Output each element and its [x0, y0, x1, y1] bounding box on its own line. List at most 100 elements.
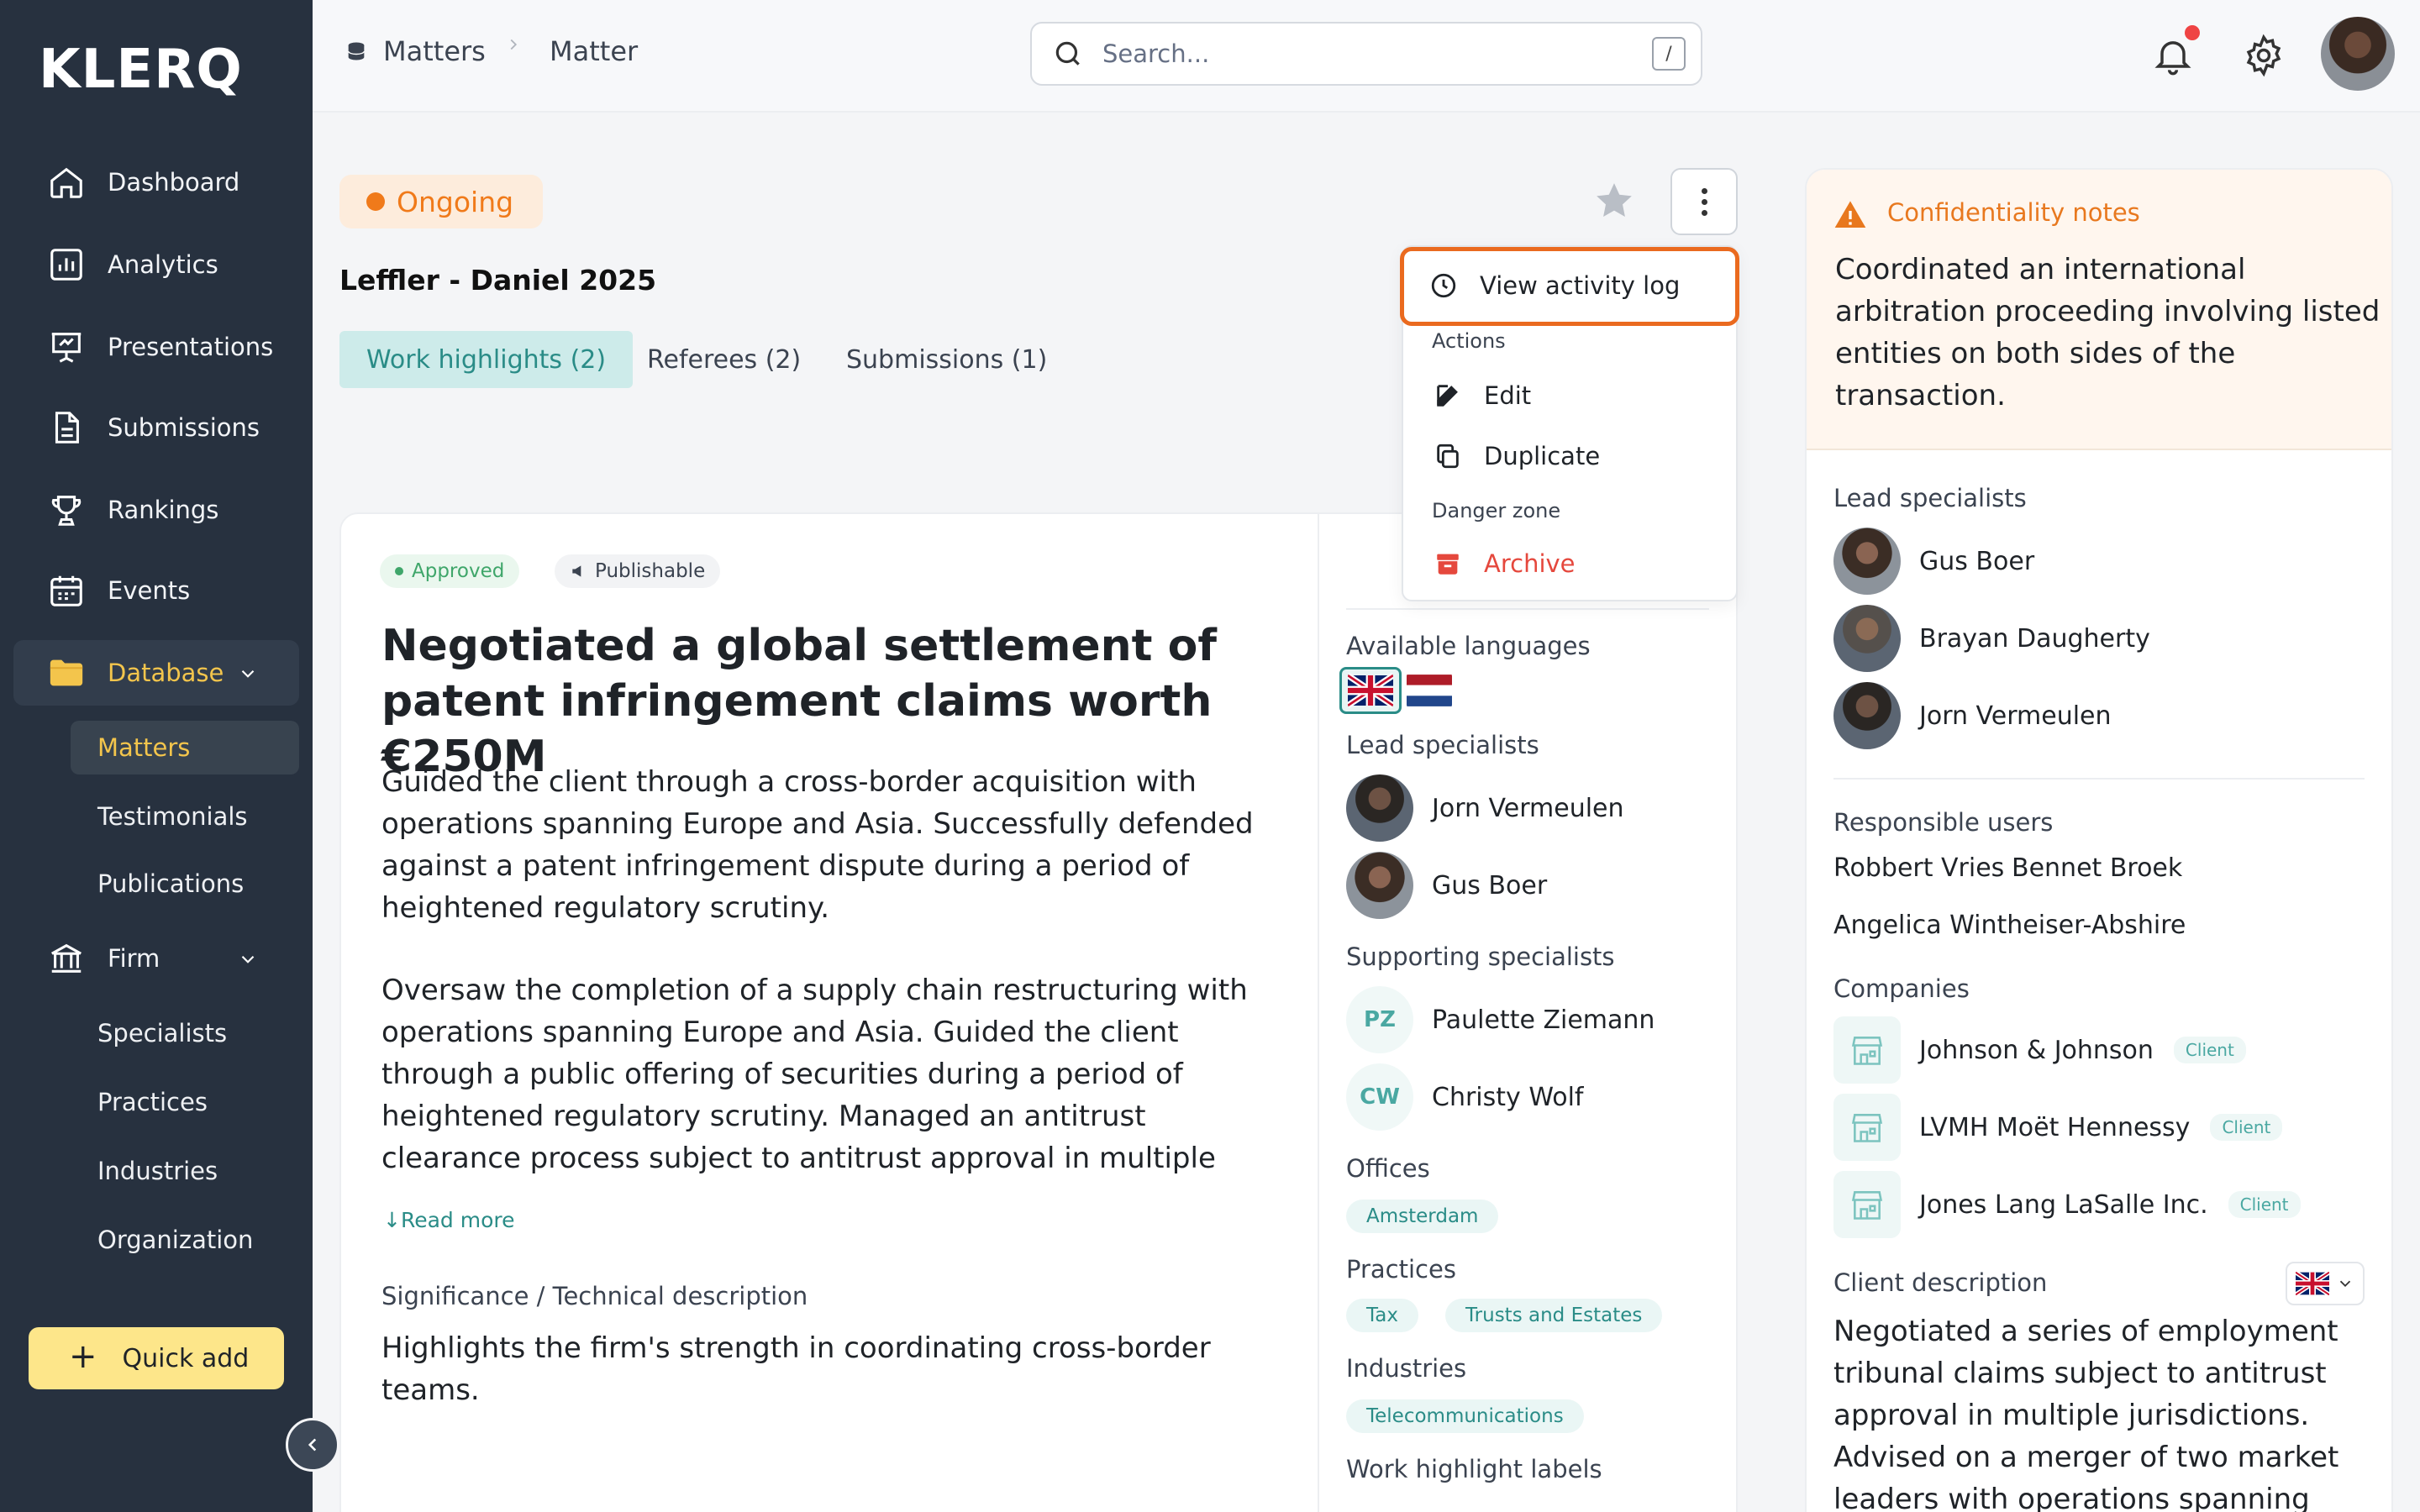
sidebar-subitem-organization[interactable]: Organization: [71, 1213, 299, 1267]
lead-specialist-item[interactable]: Jorn Vermeulen: [1346, 774, 1624, 842]
search-placeholder: Search...: [1102, 39, 1210, 68]
sidebar-subitem-specialists[interactable]: Specialists: [71, 1006, 299, 1060]
supporting-specialist-item[interactable]: PZ Paulette Ziemann: [1346, 986, 1655, 1053]
company-item[interactable]: Jones Lang LaSalle Inc. Client: [1833, 1171, 2301, 1238]
tab-work-highlights[interactable]: Work highlights (2): [339, 331, 634, 388]
shortcut-key: /: [1652, 37, 1686, 71]
sidebar-item-firm[interactable]: Firm: [13, 926, 299, 991]
sidebar-subitem-testimonials[interactable]: Testimonials: [71, 790, 299, 843]
calendar-icon: [50, 575, 82, 606]
sidebar-item-events[interactable]: Events: [13, 558, 299, 623]
card-divider: [1318, 512, 1319, 1512]
app-logo: KLERQ: [39, 39, 243, 101]
specialist-name: Paulette Ziemann: [1432, 1005, 1655, 1035]
company-tag: Client: [2228, 1191, 2301, 1218]
language-select[interactable]: [2286, 1262, 2365, 1305]
company-item[interactable]: LVMH Moët Hennessy Client: [1833, 1094, 2283, 1161]
avatar: [1833, 605, 1901, 672]
more-options-button[interactable]: [1670, 168, 1738, 235]
sidebar-item-label: Events: [108, 576, 191, 605]
chevron-down-icon: [2339, 1280, 2351, 1288]
view-activity-log-menu-item[interactable]: View activity log: [1400, 247, 1739, 326]
responsible-users-label: Responsible users: [1833, 808, 2054, 837]
avatar: [1346, 852, 1413, 919]
company-tag: Client: [2210, 1114, 2283, 1141]
chevron-down-icon: [241, 955, 255, 963]
search-input[interactable]: Search... /: [1030, 22, 1702, 86]
lead-specialists-label: Lead specialists: [1346, 731, 1539, 759]
database-icon: [347, 42, 366, 60]
significance-label: Significance / Technical description: [381, 1282, 808, 1310]
sidebar: KLERQ Dashboard Analytics Presentations …: [0, 0, 313, 1512]
practices-label: Practices: [1346, 1255, 1456, 1284]
user-avatar[interactable]: [2321, 17, 2395, 91]
uk-flag-icon: [2296, 1272, 2329, 1295]
archive-icon: [1437, 554, 1459, 575]
specialist-name: Gus Boer: [1432, 870, 1548, 900]
sidebar-subitem-practices[interactable]: Practices: [71, 1075, 299, 1129]
specialist-name: Christy Wolf: [1432, 1082, 1584, 1112]
sidebar-subitem-industries[interactable]: Industries: [71, 1144, 299, 1198]
menu-item-label: View activity log: [1480, 271, 1681, 300]
lead-specialist-item[interactable]: Gus Boer: [1346, 852, 1547, 919]
tab-referees[interactable]: Referees (2): [620, 331, 828, 388]
trophy-icon: [51, 496, 82, 526]
offices-label: Offices: [1346, 1154, 1430, 1183]
search-icon: [1055, 41, 1080, 66]
company-name: Jones Lang LaSalle Inc.: [1919, 1189, 2208, 1220]
menu-item-label: Duplicate: [1484, 442, 1601, 470]
responsible-user[interactable]: Angelica Wintheiser-Abshire: [1833, 911, 2186, 940]
uk-flag-icon[interactable]: [1348, 673, 1393, 708]
sidebar-item-analytics[interactable]: Analytics: [13, 232, 299, 297]
supporting-specialist-item[interactable]: CW Christy Wolf: [1346, 1063, 1583, 1131]
industry-chip[interactable]: Telecommunications: [1346, 1399, 1584, 1433]
responsible-user[interactable]: Bennet Broek: [2012, 853, 2182, 883]
tab-submissions[interactable]: Submissions (1): [819, 331, 1074, 388]
lead-specialist-item[interactable]: Gus Boer: [1833, 528, 2034, 595]
lead-specialist-item[interactable]: Jorn Vermeulen: [1833, 682, 2112, 749]
sidebar-subitem-publications[interactable]: Publications: [71, 857, 299, 911]
right-lead-specialists-label: Lead specialists: [1833, 484, 2027, 512]
avatar: [1833, 682, 1901, 749]
chart-icon: [50, 249, 82, 281]
home-icon: [50, 167, 82, 198]
lead-specialist-item[interactable]: Brayan Daugherty: [1833, 605, 2150, 672]
archive-menu-item[interactable]: Archive: [1434, 549, 1576, 578]
bell-icon[interactable]: [2151, 34, 2195, 77]
quick-add-button[interactable]: + Quick add: [29, 1327, 284, 1389]
collapse-sidebar-button[interactable]: [286, 1418, 339, 1472]
sidebar-item-rankings[interactable]: Rankings: [13, 477, 299, 543]
office-chip[interactable]: Amsterdam: [1346, 1200, 1499, 1233]
companies-label: Companies: [1833, 974, 1970, 1003]
approved-label: Approved: [412, 560, 505, 582]
practice-chip[interactable]: Tax: [1346, 1299, 1418, 1332]
specialist-name: Jorn Vermeulen: [1919, 701, 2112, 731]
company-tag: Client: [2173, 1037, 2246, 1063]
sidebar-item-label: Rankings: [108, 496, 219, 524]
sidebar-item-dashboard[interactable]: Dashboard: [13, 150, 299, 215]
sidebar-item-submissions[interactable]: Submissions: [13, 395, 299, 460]
responsible-user[interactable]: Robbert Vries: [1833, 853, 2004, 883]
avatar: [1346, 774, 1413, 842]
confidentiality-title: Confidentiality notes: [1887, 198, 2140, 227]
status-label: Ongoing: [397, 185, 514, 218]
quick-add-label: Quick add: [122, 1343, 250, 1373]
specialist-name: Jorn Vermeulen: [1432, 793, 1624, 823]
copy-icon: [1437, 444, 1459, 469]
nl-flag-icon[interactable]: [1407, 673, 1452, 708]
breadcrumb-matters[interactable]: Matters: [345, 35, 486, 67]
view-activity-log-content: View activity log: [1429, 271, 1680, 300]
star-icon[interactable]: [1593, 180, 1635, 222]
gear-icon[interactable]: [2242, 34, 2286, 77]
duplicate-menu-item[interactable]: Duplicate: [1434, 442, 1600, 470]
edit-menu-item[interactable]: Edit: [1434, 381, 1531, 410]
sidebar-item-database[interactable]: Database: [13, 640, 299, 706]
read-more-link[interactable]: ↓Read more: [383, 1208, 514, 1232]
highlight-paragraph-2: Oversaw the completion of a supply chain…: [381, 974, 1248, 1175]
specialist-name: Brayan Daugherty: [1919, 623, 2150, 654]
sidebar-subitem-matters[interactable]: Matters: [71, 721, 299, 774]
company-item[interactable]: Johnson & Johnson Client: [1833, 1016, 2246, 1084]
building-icon: [1833, 1016, 1901, 1084]
practice-chip[interactable]: Trusts and Estates: [1445, 1299, 1663, 1332]
sidebar-item-presentations[interactable]: Presentations: [13, 314, 299, 380]
